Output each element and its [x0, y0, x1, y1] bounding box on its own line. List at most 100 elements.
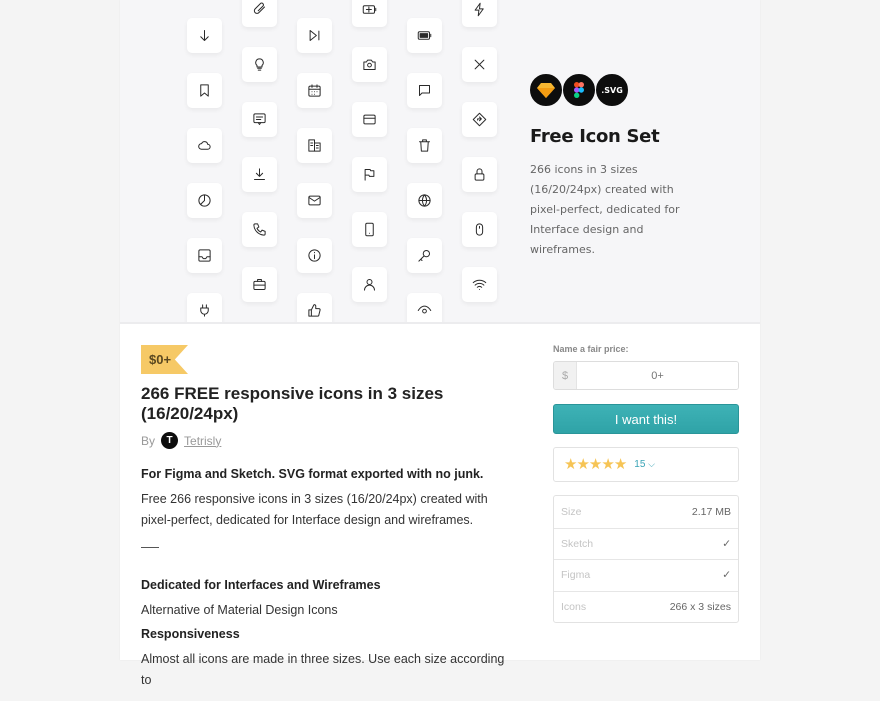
description-heading: Responsiveness — [141, 627, 240, 641]
icon-tile — [297, 128, 332, 163]
icon-tile — [187, 293, 222, 322]
price-tag: $0+ — [141, 345, 188, 374]
building-icon — [308, 139, 321, 152]
spec-key: Figma — [561, 569, 591, 582]
bookmark-icon — [200, 84, 209, 97]
phone-icon — [253, 223, 266, 236]
icon-tile — [462, 212, 497, 247]
spec-row: Size 2.17 MB — [554, 496, 738, 528]
spec-row: Sketch ✓ — [554, 527, 738, 560]
icon-tile — [297, 183, 332, 218]
icon-tile — [297, 238, 332, 273]
spec-table: Size 2.17 MB Sketch ✓ Figma ✓ Icons 266 x 3 siz… — [553, 495, 739, 623]
author-link[interactable]: Tetrisly — [184, 434, 221, 448]
eye-icon — [417, 305, 432, 314]
icon-tile — [242, 47, 277, 82]
rating-box[interactable]: ★★★★★ 15 ⌵ — [553, 447, 739, 482]
lightbulb-icon — [255, 58, 264, 71]
cover-image: .SVG Free Icon Set 266 icons in 3 sizes … — [120, 0, 760, 324]
icon-tile — [242, 0, 277, 27]
user-icon — [364, 279, 375, 291]
spec-value: 266 x 3 sizes — [669, 600, 731, 613]
wifi-icon — [472, 279, 487, 290]
spec-key: Sketch — [561, 537, 594, 550]
close-icon — [474, 59, 485, 70]
icon-tile — [462, 47, 497, 82]
spec-value: 2.17 MB — [691, 505, 731, 518]
icon-tile — [352, 0, 387, 27]
price-tag-label: $0+ — [149, 352, 172, 367]
smartphone-icon — [365, 222, 374, 237]
icon-tile — [187, 183, 222, 218]
buy-button[interactable]: I want this! — [553, 404, 739, 434]
product-page: .SVG Free Icon Set 266 icons in 3 sizes … — [120, 0, 760, 687]
cover-description: 266 icons in 3 sizes (16/20/24px) create… — [530, 163, 680, 256]
mouse-icon — [475, 223, 484, 236]
icon-tile — [242, 157, 277, 192]
currency-symbol: $ — [554, 362, 577, 389]
chat-icon — [419, 85, 430, 96]
globe-icon — [418, 194, 431, 207]
purchase-sidebar: Name a fair price: $ I want this! ★★★★★ … — [553, 344, 739, 623]
mail-icon — [308, 195, 321, 206]
icon-tile — [297, 18, 332, 53]
icon-tile — [187, 73, 222, 108]
icon-tile — [462, 0, 497, 27]
figma-icon — [574, 82, 584, 98]
icon-tile — [242, 267, 277, 302]
skip-forward-icon — [309, 30, 320, 41]
star-icon: ★ — [576, 456, 589, 473]
icon-tile — [407, 238, 442, 273]
icon-tile — [407, 73, 442, 108]
icon-tile — [187, 128, 222, 163]
spec-key: Size — [561, 505, 582, 518]
trash-icon — [419, 139, 430, 152]
price-input[interactable] — [577, 362, 738, 389]
icon-tile — [242, 212, 277, 247]
description-paragraph: Almost all icons are made in three sizes… — [141, 652, 505, 687]
icon-tile — [352, 102, 387, 137]
icon-tile — [407, 18, 442, 53]
description-heading: For Figma and Sketch. SVG format exporte… — [141, 467, 484, 481]
star-icon: ★ — [564, 456, 577, 473]
description-paragraph: Free 266 responsive icons in 3 sizes (16… — [141, 492, 488, 527]
icon-tile — [187, 18, 222, 53]
plug-icon — [200, 304, 209, 317]
key-icon — [418, 250, 430, 262]
calendar-icon — [308, 84, 321, 97]
star-icon: ★ — [588, 456, 602, 473]
thumbs-up-icon — [308, 304, 321, 317]
price-field: $ — [553, 361, 739, 390]
icon-tile — [297, 293, 332, 322]
spec-row: Icons 266 x 3 sizes — [554, 590, 738, 623]
rating-count-value: 15 — [634, 459, 646, 470]
star-rating: ★★★★★ — [564, 455, 627, 474]
description-paragraph: Alternative of Material Design Icons — [141, 603, 338, 617]
byline: By T Tetrisly — [141, 432, 221, 449]
rating-count[interactable]: 15 ⌵ — [634, 459, 655, 470]
star-icon: ★ — [601, 456, 614, 473]
camera-icon — [363, 59, 376, 70]
icon-tile — [352, 267, 387, 302]
cover-title: Free Icon Set — [530, 126, 660, 147]
description-heading: Dedicated for Interfaces and Wireframes — [141, 578, 381, 592]
svg-badge: .SVG — [595, 73, 629, 107]
icon-tile — [462, 102, 497, 137]
download-icon — [254, 168, 265, 180]
battery-icon — [417, 31, 432, 40]
spec-value: ✓ — [722, 569, 731, 582]
spec-row: Figma ✓ — [554, 559, 738, 591]
by-label: By — [141, 433, 156, 448]
icon-tile — [352, 47, 387, 82]
sketch-icon — [537, 83, 555, 98]
format-badges: .SVG — [529, 73, 629, 107]
briefcase-icon — [253, 279, 266, 290]
product-title: 266 FREE responsive icons in 3 sizes (16… — [141, 384, 444, 423]
paperclip-icon — [253, 2, 265, 14]
spec-key: Icons — [561, 600, 587, 613]
icon-tile — [407, 128, 442, 163]
inbox-icon — [198, 249, 211, 262]
author-avatar[interactable]: T — [161, 432, 179, 449]
cloud-icon — [198, 141, 211, 150]
credit-card-icon — [363, 114, 376, 125]
